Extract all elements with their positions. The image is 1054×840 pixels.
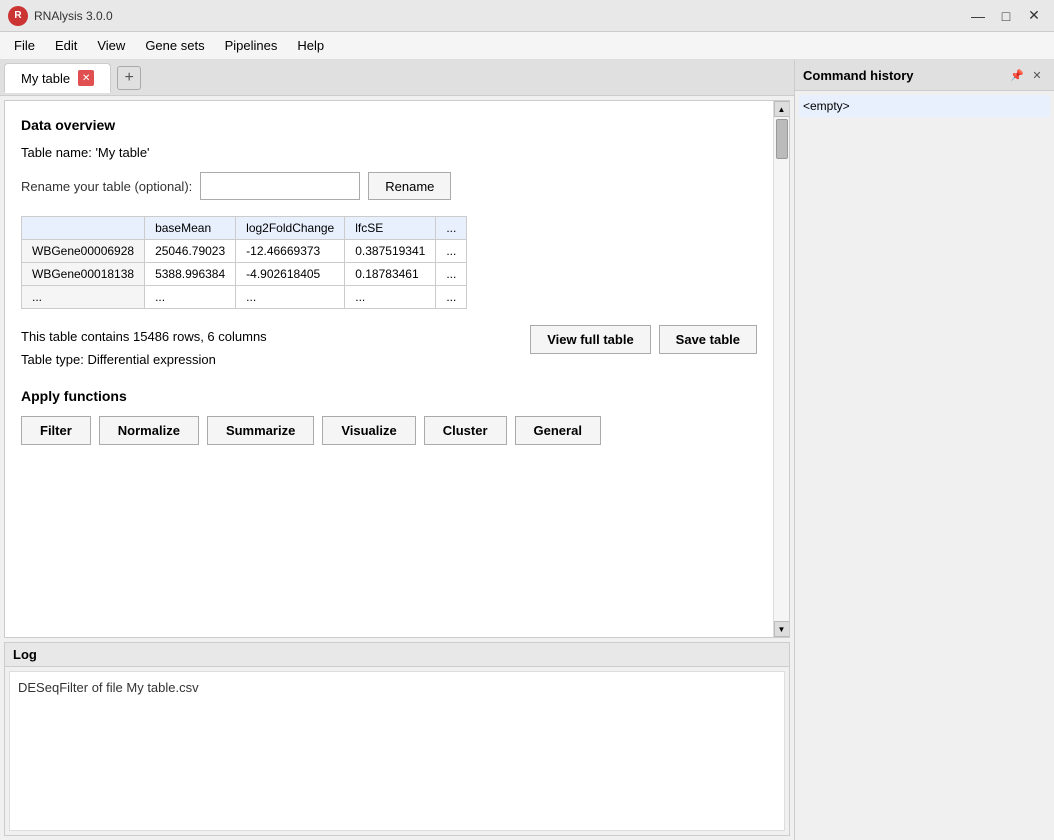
title-bar: R RNAlysis 3.0.0 — □ ✕ — [0, 0, 1054, 32]
cluster-button[interactable]: Cluster — [424, 416, 507, 445]
table-row: WBGene00018138 5388.996384 -4.902618405 … — [22, 263, 467, 286]
command-history-title: Command history — [803, 68, 914, 83]
table-name-row: Table name: 'My table' — [21, 145, 757, 160]
menu-bar: FileEditViewGene setsPipelinesHelp — [0, 32, 1054, 60]
save-table-button[interactable]: Save table — [659, 325, 757, 354]
log-content: DESeqFilter of file My table.csv — [9, 671, 785, 831]
command-history-controls: 📌 ✕ — [1008, 66, 1046, 84]
general-button[interactable]: General — [515, 416, 601, 445]
app-logo: R — [8, 6, 28, 26]
window-controls: — □ ✕ — [966, 4, 1046, 28]
table-name-label: Table name: — [21, 145, 95, 160]
apply-functions-section: Apply functions Filter Normalize Summari… — [21, 388, 757, 445]
rename-label: Rename your table (optional): — [21, 179, 192, 194]
row-gene1-more: ... — [436, 240, 467, 263]
visualize-button[interactable]: Visualize — [322, 416, 415, 445]
row-ellipsis-log2fc: ... — [236, 286, 345, 309]
row-ellipsis-lfcse: ... — [345, 286, 436, 309]
menu-item-file[interactable]: File — [4, 34, 45, 57]
row-gene1-lfcse: 0.387519341 — [345, 240, 436, 263]
row-gene2-lfcse: 0.18783461 — [345, 263, 436, 286]
table-header-row: baseMean log2FoldChange lfcSE ... — [22, 217, 467, 240]
app-logo-text: R — [14, 10, 21, 21]
scrollbar-thumb[interactable] — [776, 119, 788, 159]
maximize-button[interactable]: □ — [994, 4, 1018, 28]
col-header-lfcse: lfcSE — [345, 217, 436, 240]
view-full-table-button[interactable]: View full table — [530, 325, 650, 354]
row-gene1-log2fc: -12.46669373 — [236, 240, 345, 263]
col-header-more: ... — [436, 217, 467, 240]
menu-item-help[interactable]: Help — [287, 34, 334, 57]
table-name-value: 'My table' — [95, 145, 149, 160]
table-actions: View full table Save table — [530, 325, 757, 354]
data-overview-title: Data overview — [21, 117, 757, 133]
log-title: Log — [5, 643, 789, 667]
row-gene2-name: WBGene00018138 — [22, 263, 145, 286]
tab-close-button[interactable]: ✕ — [78, 70, 94, 86]
rename-button[interactable]: Rename — [368, 172, 451, 200]
table-type-info: Table type: Differential expression — [21, 348, 267, 371]
scroll-down-button[interactable]: ▼ — [774, 621, 790, 637]
summarize-button[interactable]: Summarize — [207, 416, 314, 445]
center-panel: My table ✕ + Data overview Table name: '… — [0, 60, 794, 840]
col-header-log2foldchange: log2FoldChange — [236, 217, 345, 240]
table-info-row: This table contains 15486 rows, 6 column… — [21, 325, 757, 372]
data-table: baseMean log2FoldChange lfcSE ... WBGene… — [21, 216, 467, 309]
scrollbar-track[interactable]: ▲ ▼ — [773, 101, 789, 637]
filter-button[interactable]: Filter — [21, 416, 91, 445]
row-gene2-log2fc: -4.902618405 — [236, 263, 345, 286]
table-rows-cols-info: This table contains 15486 rows, 6 column… — [21, 325, 267, 348]
table-info-text: This table contains 15486 rows, 6 column… — [21, 325, 267, 372]
table-row: ... ... ... ... ... — [22, 286, 467, 309]
scrollable-content: Data overview Table name: 'My table' Ren… — [5, 101, 773, 637]
minimize-button[interactable]: — — [966, 4, 990, 28]
tab-bar: My table ✕ + — [0, 60, 794, 96]
menu-item-view[interactable]: View — [87, 34, 135, 57]
menu-item-edit[interactable]: Edit — [45, 34, 87, 57]
main-tab[interactable]: My table ✕ — [4, 63, 111, 93]
menu-item-pipelines[interactable]: Pipelines — [215, 34, 288, 57]
data-overview-section: Data overview Table name: 'My table' Ren… — [4, 100, 790, 638]
add-tab-button[interactable]: + — [117, 66, 141, 90]
row-ellipsis-name: ... — [22, 286, 145, 309]
main-layout: My table ✕ + Data overview Table name: '… — [0, 60, 1054, 840]
content-area: Data overview Table name: 'My table' Ren… — [0, 96, 794, 840]
pin-button[interactable]: 📌 — [1008, 66, 1026, 84]
rename-row: Rename your table (optional): Rename — [21, 172, 757, 200]
tab-title: My table — [21, 71, 70, 86]
row-ellipsis-more: ... — [436, 286, 467, 309]
scroll-up-button[interactable]: ▲ — [774, 101, 790, 117]
row-gene1-basemean: 25046.79023 — [145, 240, 236, 263]
close-history-button[interactable]: ✕ — [1028, 66, 1046, 84]
close-button[interactable]: ✕ — [1022, 4, 1046, 28]
normalize-button[interactable]: Normalize — [99, 416, 199, 445]
table-row: WBGene00006928 25046.79023 -12.46669373 … — [22, 240, 467, 263]
command-history-header: Command history 📌 ✕ — [795, 60, 1054, 91]
apply-functions-title: Apply functions — [21, 388, 757, 404]
row-gene2-basemean: 5388.996384 — [145, 263, 236, 286]
col-header-empty — [22, 217, 145, 240]
menu-item-gene-sets[interactable]: Gene sets — [135, 34, 214, 57]
col-header-basemean: baseMean — [145, 217, 236, 240]
row-ellipsis-basemean: ... — [145, 286, 236, 309]
row-gene2-more: ... — [436, 263, 467, 286]
app-title: RNAlysis 3.0.0 — [34, 9, 966, 23]
rename-input[interactable] — [200, 172, 360, 200]
log-section: Log DESeqFilter of file My table.csv — [4, 642, 790, 836]
right-panel: Command history 📌 ✕ <empty> — [794, 60, 1054, 840]
function-buttons: Filter Normalize Summarize Visualize Clu… — [21, 416, 757, 445]
row-gene1-name: WBGene00006928 — [22, 240, 145, 263]
command-history-content: <empty> — [799, 95, 1050, 117]
